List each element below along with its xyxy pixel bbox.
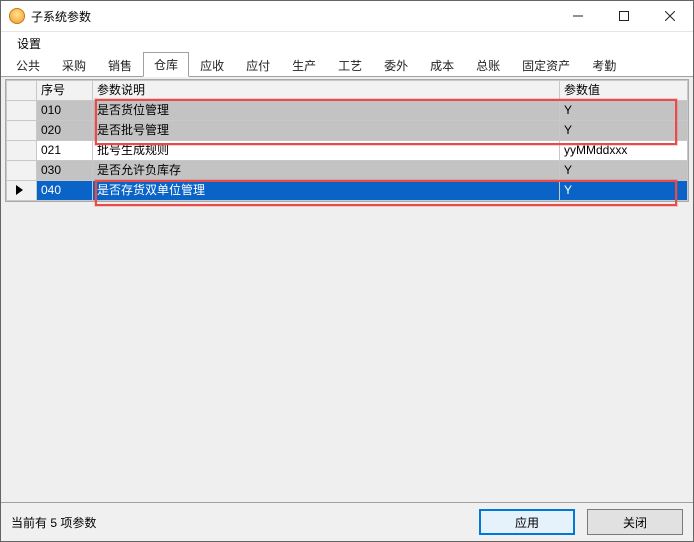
table-header-row: 序号 参数说明 参数值 [7,81,688,101]
cell-value[interactable]: Y [560,181,688,201]
app-icon [9,8,25,24]
tab-4[interactable]: 应收 [189,53,235,77]
table-row[interactable]: 021批号生成规则yyMMddxxx [7,141,688,161]
apply-button[interactable]: 应用 [479,509,575,535]
tab-12[interactable]: 考勤 [581,53,627,77]
cell-serial[interactable]: 021 [37,141,93,161]
row-header[interactable] [7,141,37,161]
status-text: 当前有 5 项参数 [11,514,467,531]
row-header[interactable] [7,181,37,201]
tab-7[interactable]: 工艺 [327,53,373,77]
cell-value[interactable]: yyMMddxxx [560,141,688,161]
tab-10[interactable]: 总账 [465,53,511,77]
table-row[interactable]: 040是否存货双单位管理Y [7,181,688,201]
col-rowheader[interactable] [7,81,37,101]
cell-value[interactable]: Y [560,101,688,121]
cell-serial[interactable]: 010 [37,101,93,121]
menu-settings[interactable]: 设置 [11,33,47,54]
row-header[interactable] [7,161,37,181]
window: 子系统参数 设置 公共采购销售仓库应收应付生产工艺委外成本总账固定资产考勤 [0,0,694,542]
tab-3[interactable]: 仓库 [143,52,189,77]
window-title: 子系统参数 [31,8,91,25]
cell-desc[interactable]: 是否货位管理 [93,101,560,121]
cell-serial[interactable]: 020 [37,121,93,141]
cell-desc[interactable]: 是否批号管理 [93,121,560,141]
tab-2[interactable]: 销售 [97,53,143,77]
tab-1[interactable]: 采购 [51,53,97,77]
parameter-table: 序号 参数说明 参数值 010是否货位管理Y020是否批号管理Y021批号生成规… [6,80,688,201]
cell-serial[interactable]: 040 [37,181,93,201]
grid-area: 序号 参数说明 参数值 010是否货位管理Y020是否批号管理Y021批号生成规… [1,77,693,502]
tab-9[interactable]: 成本 [419,53,465,77]
tab-8[interactable]: 委外 [373,53,419,77]
close-button[interactable] [647,1,693,31]
cell-desc[interactable]: 是否允许负库存 [93,161,560,181]
tab-11[interactable]: 固定资产 [511,53,581,77]
cell-serial[interactable]: 030 [37,161,93,181]
table-row[interactable]: 010是否货位管理Y [7,101,688,121]
col-desc[interactable]: 参数说明 [93,81,560,101]
col-serial[interactable]: 序号 [37,81,93,101]
close-dialog-button[interactable]: 关闭 [587,509,683,535]
tab-6[interactable]: 生产 [281,53,327,77]
titlebar: 子系统参数 [1,1,693,32]
menubar: 设置 [1,32,693,54]
footer: 当前有 5 项参数 应用 关闭 [1,502,693,541]
minimize-button[interactable] [555,1,601,31]
cell-value[interactable]: Y [560,161,688,181]
col-value[interactable]: 参数值 [560,81,688,101]
table-row[interactable]: 030是否允许负库存Y [7,161,688,181]
cell-desc[interactable]: 是否存货双单位管理 [93,181,560,201]
row-header[interactable] [7,101,37,121]
cell-desc[interactable]: 批号生成规则 [93,141,560,161]
cell-value[interactable]: Y [560,121,688,141]
grid: 序号 参数说明 参数值 010是否货位管理Y020是否批号管理Y021批号生成规… [5,79,689,202]
tab-5[interactable]: 应付 [235,53,281,77]
row-header[interactable] [7,121,37,141]
tab-0[interactable]: 公共 [5,53,51,77]
maximize-button[interactable] [601,1,647,31]
table-row[interactable]: 020是否批号管理Y [7,121,688,141]
tabstrip: 公共采购销售仓库应收应付生产工艺委外成本总账固定资产考勤 [1,54,693,77]
